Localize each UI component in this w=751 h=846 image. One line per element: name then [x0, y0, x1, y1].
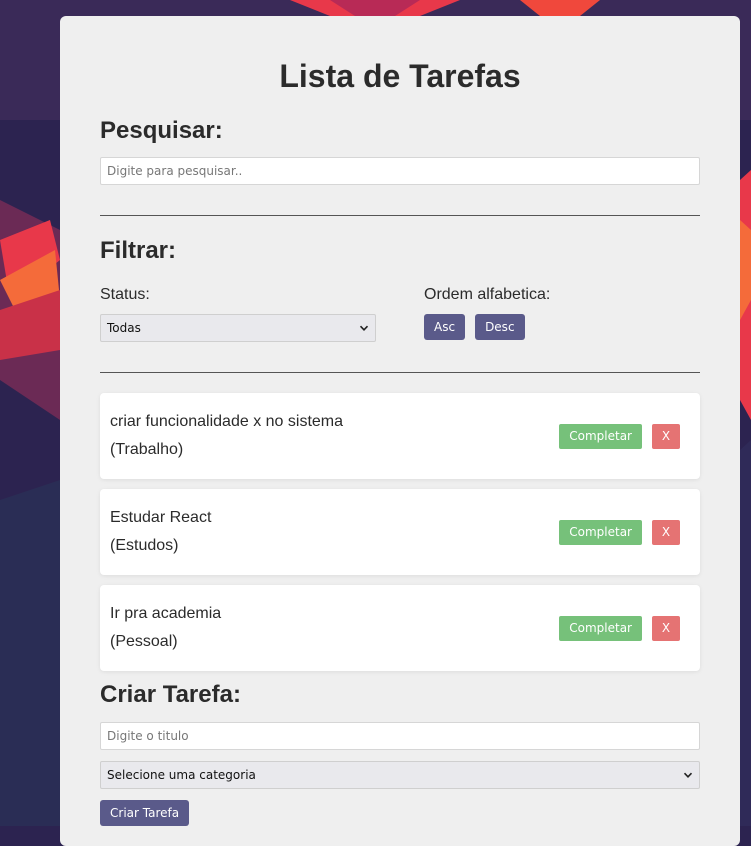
todo-category: (Pessoal) — [110, 633, 178, 650]
todo-actions: Completar X — [559, 423, 680, 449]
todo-content: Ir pra academia (Pessoal) — [110, 600, 221, 656]
remove-button[interactable]: X — [652, 615, 680, 641]
category-select-value: Selecione uma categoria — [107, 768, 256, 782]
todo-actions: Completar X — [559, 519, 680, 545]
todo-text: Ir pra academia — [110, 605, 222, 622]
chevron-down-icon — [683, 772, 693, 778]
todo-content: Estudar React (Estudos) — [110, 504, 211, 560]
status-filter: Status: Todas — [100, 285, 424, 342]
complete-button[interactable]: Completar — [559, 519, 642, 545]
status-select[interactable]: Todas — [100, 314, 376, 342]
todo-item: Ir pra academia (Pessoal) Completar X — [100, 585, 700, 671]
sort-buttons: Asc Desc — [424, 314, 550, 340]
title-input[interactable] — [100, 722, 700, 750]
search-heading: Pesquisar: — [100, 117, 223, 144]
chevron-down-icon — [359, 325, 369, 331]
todo-list: criar funcionalidade x no sistema (Traba… — [100, 393, 700, 671]
todo-text: Estudar React — [110, 509, 212, 526]
todo-app-panel: Lista de Tarefas Pesquisar: Filtrar: Sta… — [60, 16, 740, 846]
complete-button[interactable]: Completar — [559, 423, 642, 449]
todo-item: Estudar React (Estudos) Completar X — [100, 489, 700, 575]
divider — [100, 215, 700, 216]
order-filter: Ordem alfabetica: Asc Desc — [424, 285, 550, 342]
status-label: Status: — [100, 286, 150, 303]
todo-text: criar funcionalidade x no sistema — [110, 413, 344, 430]
complete-button[interactable]: Completar — [559, 615, 642, 641]
divider — [100, 372, 700, 373]
filter-row: Status: Todas Ordem alfabetica: Asc Desc — [100, 285, 700, 342]
todo-category: (Trabalho) — [110, 441, 184, 458]
todo-item: criar funcionalidade x no sistema (Traba… — [100, 393, 700, 479]
page-title: Lista de Tarefas — [279, 58, 521, 94]
create-task-button[interactable]: Criar Tarefa — [100, 800, 190, 826]
todo-category: (Estudos) — [110, 537, 179, 554]
create-heading: Criar Tarefa: — [100, 681, 241, 708]
todo-actions: Completar X — [559, 615, 680, 641]
order-label: Ordem alfabetica: — [424, 286, 551, 303]
todo-content: criar funcionalidade x no sistema (Traba… — [110, 408, 343, 464]
sort-asc-button[interactable]: Asc — [424, 314, 466, 340]
remove-button[interactable]: X — [652, 423, 680, 449]
sort-desc-button[interactable]: Desc — [475, 314, 525, 340]
filter-heading: Filtrar: — [100, 237, 177, 264]
remove-button[interactable]: X — [652, 519, 680, 545]
status-select-value: Todas — [107, 321, 141, 335]
search-input[interactable] — [100, 157, 700, 185]
category-select[interactable]: Selecione uma categoria — [100, 761, 700, 789]
